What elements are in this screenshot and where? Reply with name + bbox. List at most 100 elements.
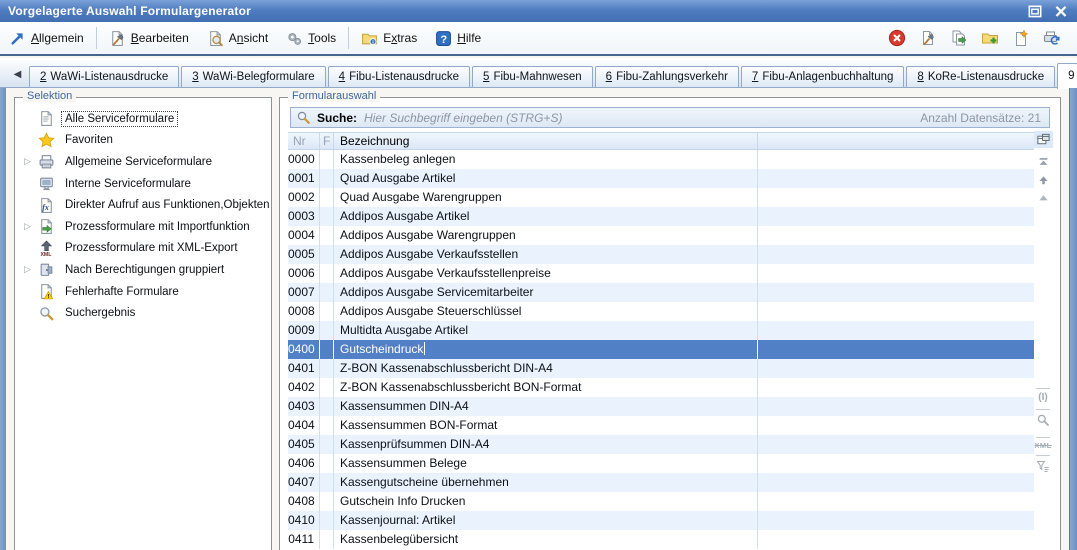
help-icon: ? [435, 30, 452, 47]
table-row[interactable]: 0408 Gutschein Info Drucken [288, 492, 1034, 511]
print-refresh-button[interactable] [1043, 29, 1061, 47]
tabs: 2WaWi-Listenausdrucke3WaWi-Belegformular… [29, 63, 1077, 88]
table-row[interactable]: 0402Z-BON Kassenabschlussbericht BON-For… [288, 378, 1034, 397]
table-row[interactable]: 0007Addipos Ausgabe Servicemitarbeiter [288, 283, 1034, 302]
search-bar[interactable]: Suche: Hier Suchbegriff eingeben (STRG+S… [290, 107, 1050, 128]
cell-spacer [758, 511, 1034, 530]
cell-nr: 0404 [288, 416, 320, 435]
cell-f [320, 492, 334, 511]
tree-item-nach-berechtigungen[interactable]: ▷Nach Berechtigungen gruppiert [15, 259, 271, 281]
new-form-button[interactable] [1012, 29, 1030, 47]
search-placeholder[interactable]: Hier Suchbegriff eingeben (STRG+S) [364, 111, 562, 125]
menu-hilfe[interactable]: ?Hilfe [426, 25, 490, 51]
table-row[interactable]: 0004Addipos Ausgabe Warengruppen [288, 226, 1034, 245]
duplicate-form-button[interactable] [950, 29, 968, 47]
parentheses-icon: (I) [1038, 392, 1047, 404]
separator [1036, 455, 1050, 456]
cell-bezeichnung: Multidta Ausgabe Artikel [334, 321, 758, 340]
cell-spacer [758, 207, 1034, 226]
tree-item-fehlerhafte-formulare[interactable]: Fehlerhafte Formulare [15, 281, 271, 303]
tab-fibu-zahlungsverkehr[interactable]: 6Fibu-Zahlungsverkehr [595, 66, 739, 88]
table-row[interactable]: 0410Kassenjournal: Artikel [288, 511, 1034, 530]
expander-icon[interactable]: ▷ [24, 264, 38, 275]
tree-item-alle-serviceformulare[interactable]: Alle Serviceformulare [15, 108, 271, 130]
tree-item-label: Fehlerhafte Formulare [62, 285, 182, 299]
cell-spacer [758, 454, 1034, 473]
table-row[interactable]: 0001Quad Ausgabe Artikel [288, 169, 1034, 188]
cell-f [320, 169, 334, 188]
table-row[interactable]: 0003Addipos Ausgabe Artikel [288, 207, 1034, 226]
cell-nr: 0408 [288, 492, 320, 511]
restore-icon[interactable] [1027, 4, 1043, 19]
menu-allgemein[interactable]: Allgemein [0, 25, 93, 51]
scroll-up-button[interactable] [1035, 192, 1051, 205]
menu-tools[interactable]: Tools [277, 25, 345, 51]
tree-item-interne-serviceformulare[interactable]: Interne Serviceformulare [15, 173, 271, 195]
tab-srv-serviceformulare[interactable]: 9SRV-Serviceformulare [1057, 63, 1077, 89]
cell-bezeichnung: Gutschein Info Drucken [334, 492, 758, 511]
tab-fibu-mahnwesen[interactable]: 5Fibu-Mahnwesen [472, 66, 593, 88]
expander-icon[interactable]: ▷ [24, 156, 38, 167]
cell-bezeichnung: Z-BON Kassenabschlussbericht BON-Format [334, 378, 758, 397]
column-header-bezeichnung[interactable]: Bezeichnung [334, 133, 758, 149]
table-row[interactable]: 0405Kassenprüfsummen DIN-A4 [288, 435, 1034, 454]
cell-f [320, 188, 334, 207]
table-row[interactable]: 0404Kassensummen BON-Format [288, 416, 1034, 435]
tab-fibu-anlagenbuchhaltung[interactable]: 7Fibu-Anlagenbuchhaltung [741, 66, 904, 88]
search-in-list-button[interactable] [1034, 404, 1052, 432]
tab-scroll-left-icon[interactable]: ◀ [10, 65, 25, 84]
delete-button[interactable] [888, 29, 906, 47]
xml-view-button[interactable]: XML [1034, 432, 1052, 450]
tab-label: KoRe-Listenausdrucke [928, 71, 1044, 83]
table-row[interactable]: 0006Addipos Ausgabe Verkaufsstellenpreis… [288, 264, 1034, 283]
edit-form-button[interactable] [919, 29, 937, 47]
table-row[interactable]: 0000Kassenbeleg anlegen [288, 150, 1034, 169]
tree-item-suchergebnis[interactable]: Suchergebnis [15, 302, 271, 324]
tab-number: 4 [339, 71, 345, 83]
menu-ansicht[interactable]: Ansicht [198, 25, 277, 51]
scroll-up-fast-button[interactable] [1035, 174, 1051, 187]
table-row[interactable]: 0008Addipos Ausgabe Steuerschlüssel [288, 302, 1034, 321]
table-row[interactable]: 0406Kassensummen Belege [288, 454, 1034, 473]
table-row[interactable]: 0401Z-BON Kassenabschlussbericht DIN-A4 [288, 359, 1034, 378]
scroll-first-button[interactable] [1035, 156, 1051, 169]
table-row[interactable]: 0403Kassensummen DIN-A4 [288, 397, 1034, 416]
tab-label: Fibu-Anlagenbuchhaltung [762, 71, 893, 83]
column-header-f[interactable]: F [320, 133, 334, 149]
cell-spacer [758, 359, 1034, 378]
table-row[interactable]: 0002Quad Ausgabe Warengruppen [288, 188, 1034, 207]
close-icon[interactable] [1053, 4, 1069, 19]
column-chooser-button[interactable] [1034, 131, 1053, 148]
tab-wawi-belegformulare[interactable]: 3WaWi-Belegformulare [181, 66, 325, 88]
cell-bezeichnung: Addipos Ausgabe Servicemitarbeiter [334, 283, 758, 302]
cell-nr: 0009 [288, 321, 320, 340]
tab-number: 5 [483, 71, 489, 83]
tree-item-prozessformulare-import[interactable]: ▷Prozessformulare mit Importfunktion [15, 216, 271, 238]
table-row[interactable]: 0005Addipos Ausgabe Verkaufsstellen [288, 245, 1034, 264]
tree-item-allgemeine-serviceformulare[interactable]: ▷Allgemeine Serviceformulare [15, 151, 271, 173]
formularauswahl-groupbox: Formularauswahl Suche: Hier Suchbegriff … [279, 97, 1061, 550]
tree-item-prozessformulare-xml-export[interactable]: XMLProzessformulare mit XML-Export [15, 238, 271, 260]
xml-export-icon: XML [38, 240, 55, 257]
filter-button[interactable] [1034, 450, 1052, 478]
add-folder-button[interactable] [981, 29, 999, 47]
tab-wawi-listenausdrucke[interactable]: 2WaWi-Listenausdrucke [29, 66, 179, 88]
column-header-nr[interactable]: Nr [288, 133, 320, 149]
xml-gray-icon: XML [1034, 441, 1051, 450]
tree-item-favoriten[interactable]: Favoriten [15, 130, 271, 152]
menu-bearbeiten[interactable]: Bearbeiten [100, 25, 198, 51]
cell-spacer [758, 169, 1034, 188]
tab-fibu-listenausdrucke[interactable]: 4Fibu-Listenausdrucke [328, 66, 470, 88]
parameters-button[interactable]: (I) [1034, 383, 1052, 404]
expander-icon[interactable]: ▷ [24, 221, 38, 232]
table-row[interactable]: 0400Gutscheindruck [288, 340, 1034, 359]
table-row[interactable]: 0009 Multidta Ausgabe Artikel [288, 321, 1034, 340]
tab-kore-listenausdrucke[interactable]: 8KoRe-Listenausdrucke [906, 66, 1055, 88]
table-row[interactable]: 0411Kassenbelegübersicht [288, 530, 1034, 549]
menu-extras[interactable]: Extras [352, 25, 426, 51]
cell-spacer [758, 264, 1034, 283]
table-row[interactable]: 0407Kassengutscheine übernehmen [288, 473, 1034, 492]
cell-nr: 0006 [288, 264, 320, 283]
menu-separator [348, 27, 349, 49]
tree-item-direkter-aufruf[interactable]: fxDirekter Aufruf aus Funktionen,Objekte… [15, 194, 271, 216]
